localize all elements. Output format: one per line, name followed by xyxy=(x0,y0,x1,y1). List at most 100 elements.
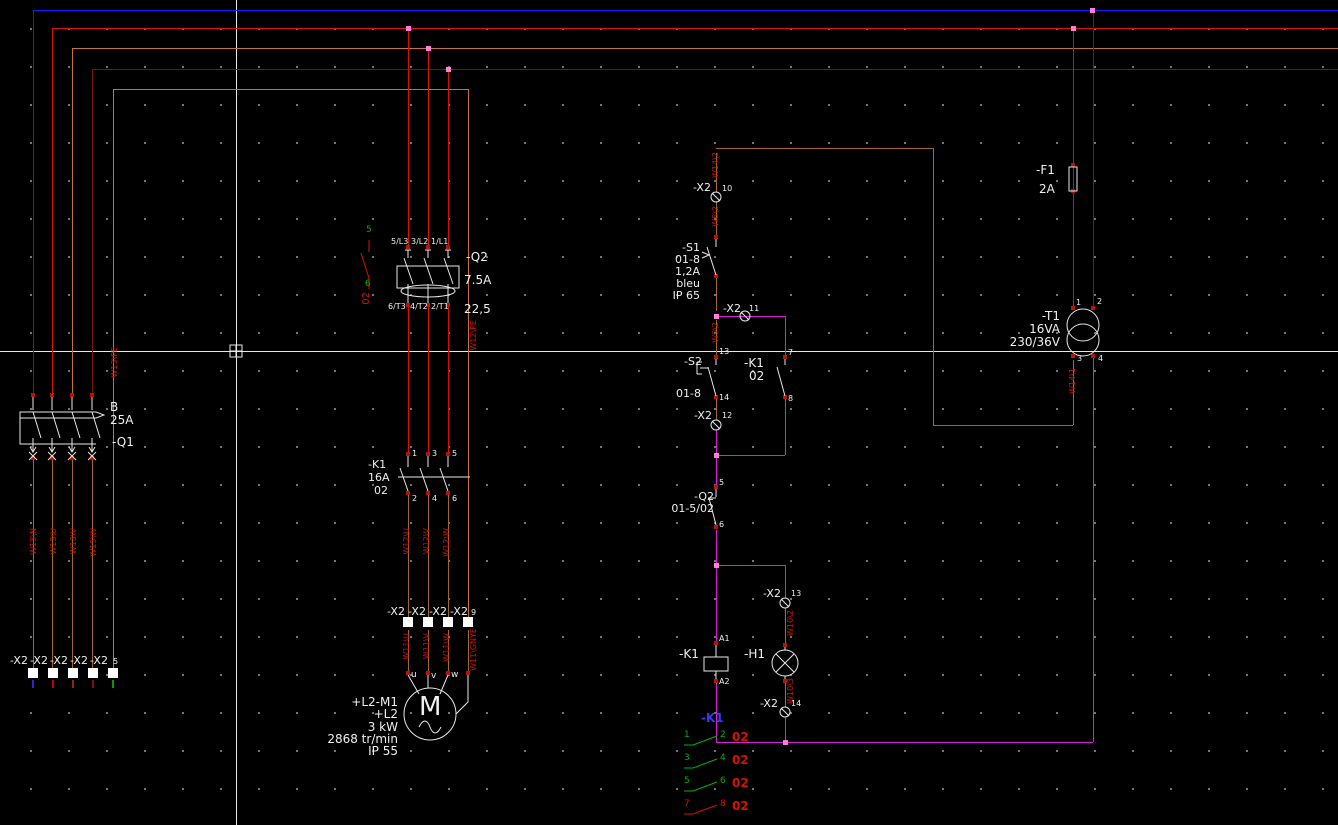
wire[interactable] xyxy=(52,460,53,668)
wire[interactable] xyxy=(428,306,429,452)
terminal-x2[interactable] xyxy=(423,617,433,627)
t1-terminal: 4 xyxy=(1098,355,1103,363)
terminal-label: -X2 xyxy=(763,588,781,599)
contactor-k1-coil-symbol[interactable] xyxy=(704,645,728,679)
terminal-x2[interactable] xyxy=(443,617,453,627)
wire-bus-l3[interactable] xyxy=(92,69,1338,70)
wire[interactable] xyxy=(716,316,785,317)
terminal-x2[interactable] xyxy=(108,668,118,678)
motor-terminal-letter: w xyxy=(451,671,458,680)
wire[interactable] xyxy=(408,306,409,452)
terminal-dot xyxy=(714,235,718,239)
terminal-dot xyxy=(50,393,54,397)
contactor-k1-main-symbol[interactable] xyxy=(398,456,470,491)
contactor-k1-no-contact-symbol[interactable] xyxy=(777,359,785,396)
terminal-dot xyxy=(446,671,450,675)
wire-label: W14\1 xyxy=(1069,368,1077,394)
k1-xref-tag: -K1 xyxy=(701,712,724,724)
wire[interactable] xyxy=(92,69,93,393)
wire[interactable] xyxy=(933,425,1073,426)
terminal-dot xyxy=(31,393,35,397)
terminal-x2[interactable] xyxy=(88,668,98,678)
terminal-label: -X2 xyxy=(429,606,447,617)
indicator-lamp-h1-symbol[interactable] xyxy=(772,647,798,679)
terminal-label: -X2 xyxy=(50,655,68,666)
switch-s1-symbol[interactable] xyxy=(702,239,716,275)
wire-bus-l2[interactable] xyxy=(72,48,1338,49)
wire[interactable] xyxy=(113,89,114,668)
xref-folio: 02 xyxy=(732,731,749,743)
wire[interactable] xyxy=(716,148,933,149)
wire[interactable] xyxy=(448,69,449,245)
wire[interactable] xyxy=(716,742,1093,743)
wire[interactable] xyxy=(92,460,93,668)
junction xyxy=(714,453,719,458)
terminal-dot xyxy=(406,671,410,675)
wire[interactable] xyxy=(716,565,785,566)
k1-aux-terminal: 8 xyxy=(788,395,793,403)
wire[interactable] xyxy=(785,717,786,742)
terminal-x2[interactable] xyxy=(68,668,78,678)
wire[interactable] xyxy=(716,530,717,641)
wire[interactable] xyxy=(408,494,409,617)
f1-tag: -F1 xyxy=(1036,164,1055,176)
wire[interactable] xyxy=(428,494,429,617)
wire-label: W13\W xyxy=(90,528,98,557)
schematic-canvas[interactable]: B 25A -Q1 W13\PE -X2 -X2 -X2 -X2 -X2 5 W… xyxy=(0,0,1338,825)
wire[interactable] xyxy=(933,148,934,425)
terminal-dot xyxy=(446,452,450,456)
wire-label: W11\V xyxy=(423,633,431,659)
terminal-dot xyxy=(406,452,410,456)
wire[interactable] xyxy=(408,28,409,245)
wire[interactable] xyxy=(52,28,53,393)
wire[interactable] xyxy=(33,460,34,668)
wire[interactable] xyxy=(785,565,786,598)
wire-stub xyxy=(32,680,34,688)
q2-tag-label: -Q2 xyxy=(466,251,488,263)
wire-label: W13\N xyxy=(30,528,38,555)
q2-aux-terminal: 5 xyxy=(719,479,724,487)
wire[interactable] xyxy=(72,460,73,668)
wire-bus-pe[interactable] xyxy=(113,89,468,90)
h1-tag: -H1 xyxy=(744,648,765,660)
wire[interactable] xyxy=(716,278,717,311)
cursor-crosshair-vertical xyxy=(236,0,237,825)
transformer-t1-symbol[interactable] xyxy=(1067,309,1099,356)
terminal-number: 14 xyxy=(791,700,801,708)
terminal-label: -X2 xyxy=(693,182,711,193)
wire[interactable] xyxy=(716,399,717,420)
wire[interactable] xyxy=(1073,28,1074,307)
q2-terminal: 6/T3 xyxy=(388,303,406,311)
circuit-breaker-q1-symbol[interactable] xyxy=(20,397,104,460)
wire[interactable] xyxy=(716,455,785,456)
wire[interactable] xyxy=(468,89,469,617)
wire[interactable] xyxy=(428,48,429,245)
wire[interactable] xyxy=(785,316,786,355)
wire-label: W13\PE xyxy=(111,347,119,378)
wire[interactable] xyxy=(785,399,786,455)
terminal-dot xyxy=(1091,354,1095,358)
wire-bus-n[interactable] xyxy=(33,10,1338,11)
wire[interactable] xyxy=(1093,358,1094,742)
k1-xref-label: 02 xyxy=(374,485,388,496)
terminal-x2[interactable] xyxy=(48,668,58,678)
t1-terminal: 1 xyxy=(1076,299,1081,307)
terminal-dot xyxy=(1071,306,1075,310)
terminal-x2[interactable] xyxy=(403,617,413,627)
motor-protection: IP 55 xyxy=(303,745,398,757)
wire[interactable] xyxy=(72,48,73,393)
terminal-x2[interactable] xyxy=(28,668,38,678)
t1-power: 16VA xyxy=(990,323,1060,335)
wire-bus-l1[interactable] xyxy=(52,28,1338,29)
wire[interactable] xyxy=(448,306,449,452)
s1-color: bleu xyxy=(640,278,700,289)
wire-label: W13\V xyxy=(70,528,78,554)
terminal-x2[interactable] xyxy=(463,617,473,627)
wire[interactable] xyxy=(33,10,34,393)
terminal-dot xyxy=(1091,306,1095,310)
wire-label: W10\2 xyxy=(787,610,795,636)
terminal-dot xyxy=(50,456,54,460)
junction xyxy=(1090,8,1095,13)
motor-breaker-q2-symbol[interactable] xyxy=(397,250,459,303)
wire[interactable] xyxy=(1093,10,1094,307)
